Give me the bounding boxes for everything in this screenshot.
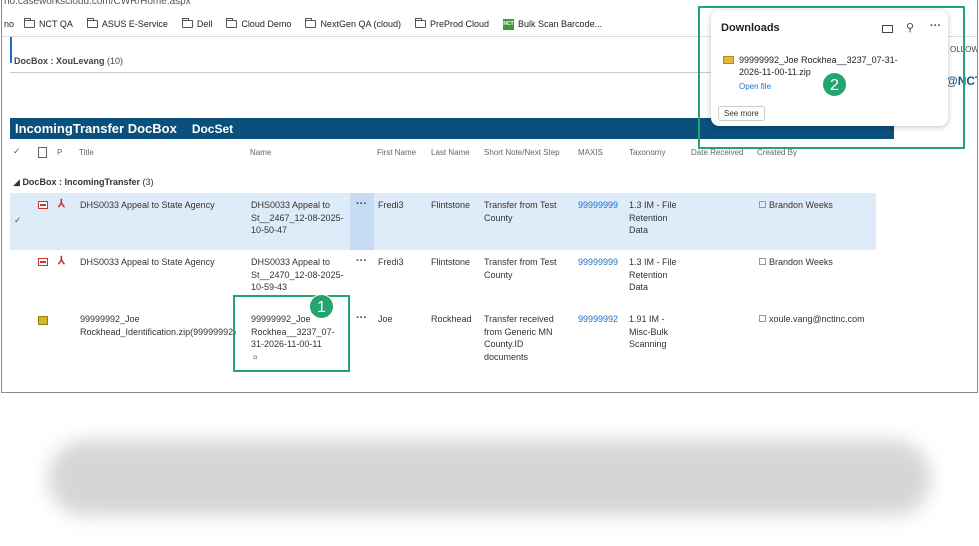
table-row[interactable]: ⅄ DHS0033 Appeal to State Agency DHS0033… [10, 250, 876, 307]
docset-label[interactable]: DocSet [192, 122, 233, 136]
bookmark-cloud-demo[interactable]: Cloud Demo [226, 18, 291, 29]
bookmark-nct-qa[interactable]: NCT QA [24, 18, 73, 29]
row-first-name: Fredi3 [378, 200, 404, 210]
row-first-name: Fredi3 [378, 257, 404, 267]
row-created-by: Brandon Weeks [769, 200, 833, 210]
callout-badge-1: 1 [309, 294, 334, 319]
row-short-note: Transfer received from Generic MN County… [484, 314, 554, 362]
pdf-icon: ⅄ [58, 255, 65, 267]
row-last-name: Flintstone [431, 200, 471, 210]
bookmark-bulk-scan[interactable]: NCT Bulk Scan Barcode... [503, 18, 602, 30]
row-last-name: Rockhead [431, 314, 472, 324]
partial-group-header: DocBox : XouLevang (10) [14, 56, 124, 66]
user-icon [759, 201, 766, 208]
bookmark-dell[interactable]: Dell [181, 18, 212, 29]
col-short-note[interactable]: Short Note/Next Step [484, 148, 560, 157]
folder-icon [414, 18, 426, 28]
blurred-region [48, 440, 931, 516]
row-menu-button[interactable]: ··· [356, 312, 367, 324]
row-title[interactable]: DHS0033 Appeal to State Agency [80, 256, 245, 269]
bookmark-0[interactable]: no [4, 19, 14, 29]
col-maxis[interactable]: MAXIS [578, 148, 603, 157]
col-title[interactable]: Title [79, 148, 94, 157]
row-maxis-link[interactable]: 99999999 [578, 256, 618, 269]
row-taxonomy: 1.3 IM - File Retention Data [629, 200, 677, 235]
col-created-by[interactable]: Created By [757, 148, 797, 157]
row-first-name: Joe [378, 314, 393, 324]
bookmark-nextgen-qa[interactable]: NextGen QA (cloud) [305, 18, 401, 29]
row-name[interactable]: DHS0033 Appeal to St__2470_12-08-2025-10… [251, 256, 346, 294]
col-p[interactable]: P [57, 148, 62, 157]
row-short-note: Transfer from Test County [484, 257, 557, 280]
document-icon [38, 147, 47, 158]
row-created-by: xoule.vang@nctinc.com [769, 314, 865, 324]
group-header[interactable]: ◢ DocBox : IncomingTransfer (3) [13, 177, 153, 188]
bookmark-asus[interactable]: ASUS E-Service [86, 18, 168, 29]
zip-file-icon [38, 316, 48, 325]
pdf-icon: ⅄ [58, 198, 65, 210]
folder-icon [86, 18, 98, 28]
col-taxonomy[interactable]: Taxonomy [629, 148, 665, 157]
message-icon [38, 201, 48, 209]
row-created-by: Brandon Weeks [769, 257, 833, 267]
folder-icon [181, 18, 193, 28]
row-taxonomy: 1.91 IM - Misc-Bulk Scanning [629, 314, 669, 349]
row-menu-button[interactable]: ··· [356, 198, 367, 210]
table-row[interactable]: 99999992_Joe Rockhead_Identification.zip… [10, 307, 876, 367]
user-icon [759, 315, 766, 322]
nct-icon: NCT [503, 18, 515, 30]
row-menu-button[interactable]: ··· [356, 255, 367, 267]
folder-icon [226, 18, 238, 28]
row-maxis-link[interactable]: 99999992 [578, 313, 618, 326]
row-title[interactable]: 99999992_Joe Rockhead_Identification.zip… [80, 313, 248, 338]
row-checkmark-icon[interactable]: ✓ [14, 215, 22, 226]
row-last-name: Flintstone [431, 257, 471, 267]
docbox-title: IncomingTransfer DocBox [15, 121, 177, 136]
col-first-name[interactable]: First Name [377, 148, 416, 157]
folder-icon [24, 18, 36, 28]
row-maxis-link[interactable]: 99999999 [578, 199, 618, 212]
active-tab-edge [2, 37, 12, 63]
bookmark-preprod[interactable]: PreProd Cloud [414, 18, 489, 29]
table-row[interactable]: ✓ ⅄ DHS0033 Appeal to State Agency DHS00… [10, 193, 876, 250]
message-icon [38, 258, 48, 266]
col-last-name[interactable]: Last Name [431, 148, 470, 157]
row-short-note: Transfer from Test County [484, 200, 557, 223]
col-name[interactable]: Name [250, 148, 271, 157]
user-icon [759, 258, 766, 265]
select-all-checkmark-icon[interactable]: ✓ [13, 146, 21, 157]
expand-triangle-icon[interactable]: ◢ [13, 177, 20, 187]
row-taxonomy: 1.3 IM - File Retention Data [629, 257, 677, 292]
row-title[interactable]: DHS0033 Appeal to State Agency [80, 199, 245, 212]
row-name[interactable]: DHS0033 Appeal to St__2467_12-08-2025-10… [251, 199, 346, 237]
folder-icon [305, 18, 317, 28]
callout-badge-2: 2 [822, 72, 847, 97]
col-date-received[interactable]: Date Received [691, 148, 743, 157]
